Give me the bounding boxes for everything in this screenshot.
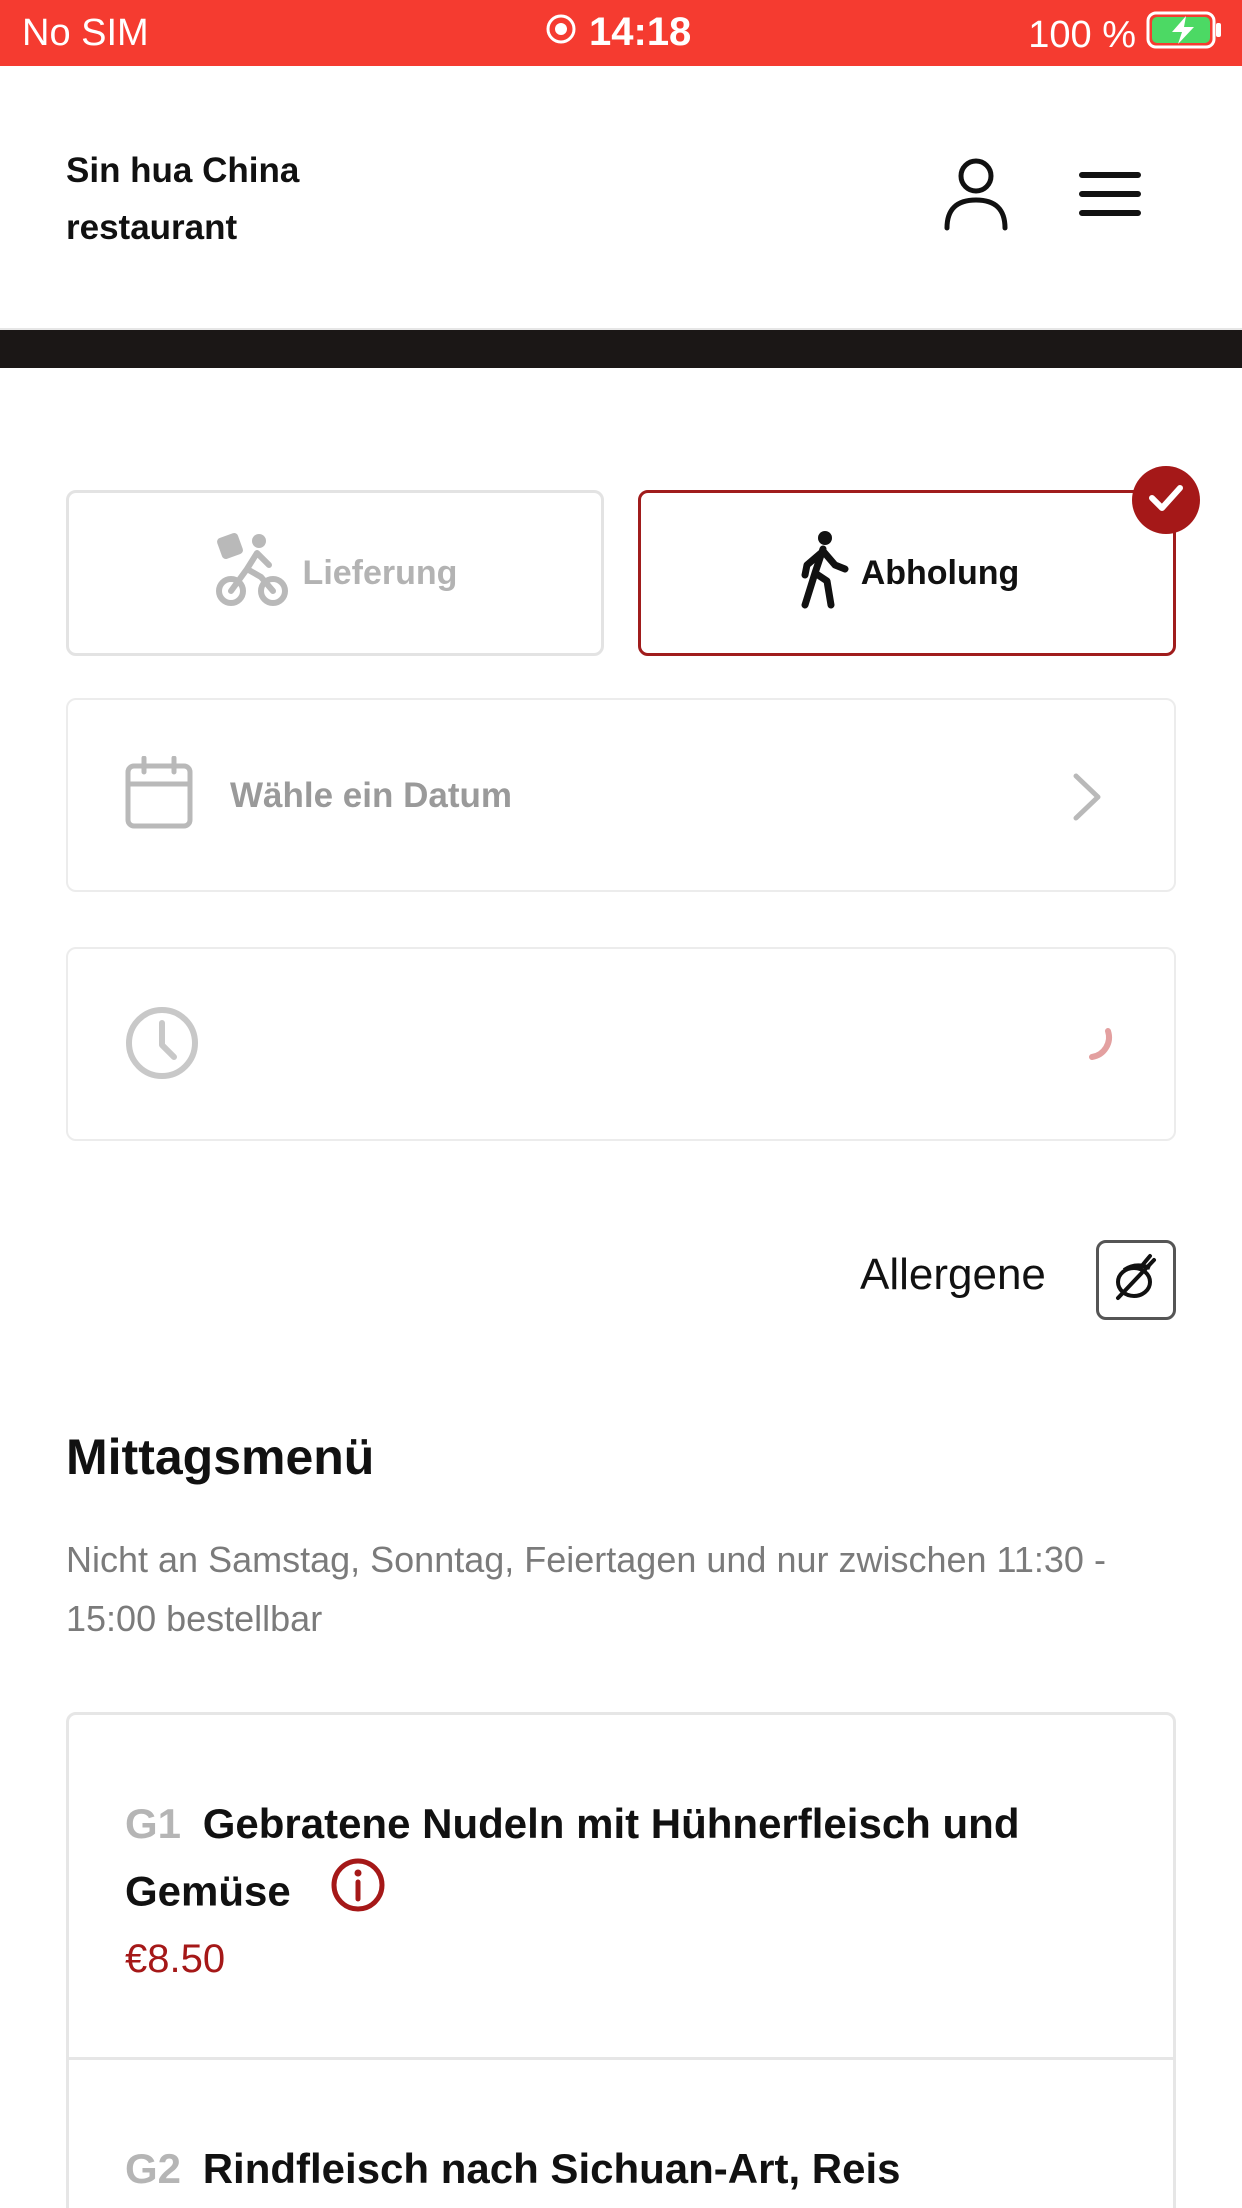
allergen-filter-icon: [1110, 1252, 1162, 1309]
pickup-option-button[interactable]: Abholung: [638, 490, 1176, 656]
menu-item-name: Gebratene Nudeln mit Hühnerfleisch und G…: [125, 1800, 1020, 1915]
menu-item[interactable]: G2 Rindfleisch nach Sichuan-Art, Reis: [69, 2060, 1173, 2208]
restaurant-name: Sin hua China restaurant: [66, 151, 300, 247]
date-selector[interactable]: Wähle ein Datum: [66, 698, 1176, 892]
menu-item[interactable]: G1 Gebratene Nudeln mit Hühnerfleisch un…: [69, 1715, 1173, 2060]
calendar-icon: [124, 755, 194, 835]
delivery-option-button[interactable]: Lieferung: [66, 490, 604, 656]
menu-item-header: G1 Gebratene Nudeln mit Hühnerfleisch un…: [125, 1791, 1025, 1932]
allergens-filter-button[interactable]: [1096, 1240, 1176, 1320]
menu-item-price: €8.50: [125, 1937, 226, 1981]
chevron-right-icon: [1070, 770, 1104, 829]
user-icon: [941, 156, 1011, 237]
account-button[interactable]: [936, 156, 1016, 236]
hero-image-strip: [0, 330, 1242, 368]
status-bar: No SIM 14:18 100 %: [0, 0, 1242, 66]
delivery-option-label: Lieferung: [302, 553, 458, 592]
pickup-option-label: Abholung: [860, 553, 1020, 592]
location-icon: [545, 10, 577, 55]
date-selector-placeholder: Wähle ein Datum: [230, 776, 512, 815]
section-description: Nicht an Samstag, Sonntag, Feiertagen un…: [66, 1539, 1106, 1639]
section-title: Mittagsmenü: [66, 1429, 375, 1485]
menu-icon: [1078, 169, 1142, 224]
clock-time: 14:18: [589, 10, 692, 54]
menu-item-list: G1 Gebratene Nudeln mit Hühnerfleisch un…: [66, 1712, 1176, 2208]
battery-percent: 100 %: [1028, 13, 1136, 56]
checkmark-icon: [1148, 483, 1184, 518]
status-center: 14:18: [545, 10, 691, 55]
clock-icon: [124, 1005, 200, 1086]
selected-check-badge: [1132, 466, 1200, 534]
battery-charging-icon: [1146, 10, 1224, 60]
app-header: Sin hua China restaurant: [0, 66, 1242, 330]
bicycle-delivery-icon: [213, 529, 293, 618]
menu-item-code: G2: [125, 2145, 182, 2192]
menu-button[interactable]: [1070, 156, 1150, 236]
menu-item-name: Rindfleisch nach Sichuan-Art, Reis: [202, 2145, 901, 2192]
allergens-label: Allergene: [860, 1250, 1046, 1299]
info-icon[interactable]: [330, 1857, 386, 1932]
loading-spinner-icon: [1062, 1009, 1118, 1070]
time-selector[interactable]: [66, 947, 1176, 1141]
carrier-label: No SIM: [22, 12, 149, 54]
walking-person-icon: [795, 529, 851, 618]
menu-item-header: G2 Rindfleisch nach Sichuan-Art, Reis: [125, 2136, 1105, 2202]
menu-item-code: G1: [125, 1800, 182, 1847]
battery-status: 100 %: [1028, 10, 1224, 60]
